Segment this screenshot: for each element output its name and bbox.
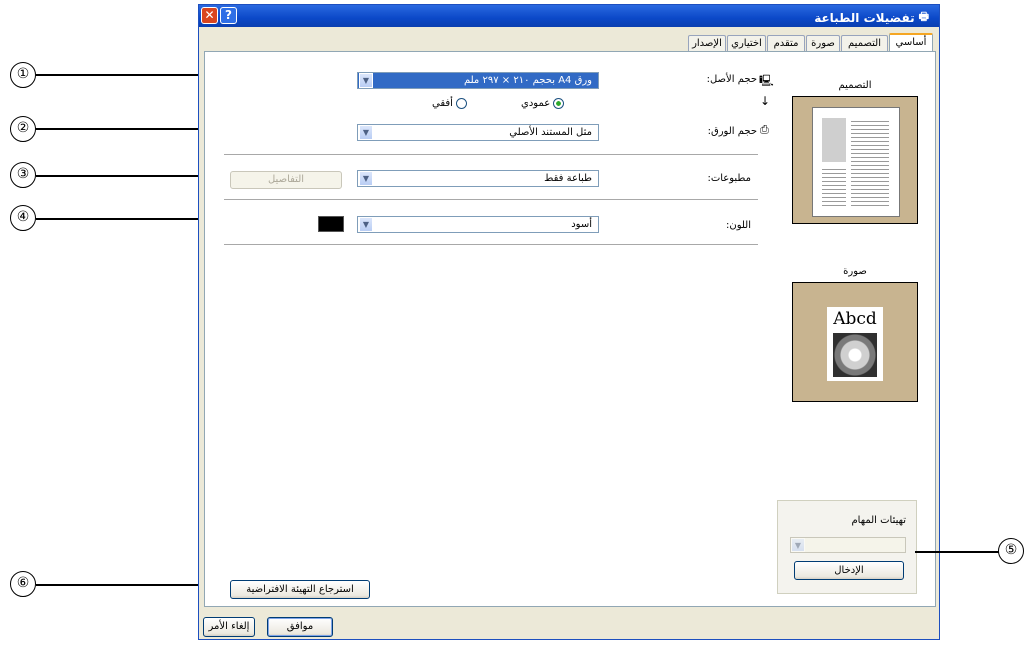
tab-layout[interactable]: التصميم: [841, 35, 888, 51]
divider: [224, 199, 758, 200]
paper-size-label: حجم الورق:: [707, 126, 757, 137]
callout-4: ④: [10, 205, 36, 231]
help-button[interactable]: ?: [220, 7, 237, 24]
callout-6: ⑥: [10, 571, 36, 597]
print-type-select[interactable]: طباعة فقط ▼: [357, 170, 599, 187]
printer-paper-icon: ⎙: [760, 123, 769, 136]
tab-advanced[interactable]: متقدم: [767, 35, 805, 51]
divider: [224, 154, 758, 155]
callout-3: ③: [10, 162, 36, 188]
sample-text: Abcd: [833, 309, 877, 329]
details-button[interactable]: التفاصيل: [230, 171, 342, 189]
callout-5: ⑤: [998, 538, 1024, 564]
window-title-text: تفضيلات الطباعة: [814, 10, 915, 25]
title-bar: ✕ ? 🖶 تفضيلات الطباعة: [199, 5, 939, 27]
color-value: أسود: [571, 219, 592, 230]
chevron-down-icon[interactable]: ▼: [359, 125, 373, 140]
image-preview: Abcd: [792, 282, 918, 402]
landscape-radio[interactable]: أفقي: [432, 98, 467, 109]
image-preview-label: صورة: [843, 266, 867, 277]
callout-1: ①: [10, 62, 36, 88]
close-button[interactable]: ✕: [201, 7, 218, 24]
text-lines: [822, 166, 846, 206]
print-type-value: طباعة فقط: [544, 173, 592, 184]
original-size-value: ورق A4 بحجم ٢١٠ × ٢٩٧ ملم: [463, 75, 592, 86]
ok-button[interactable]: موافق: [267, 617, 333, 637]
color-select[interactable]: أسود ▼: [357, 216, 599, 233]
chevron-down-icon[interactable]: ▼: [359, 171, 373, 186]
window-title: 🖶 تفضيلات الطباعة: [814, 8, 929, 27]
input-button[interactable]: الإدخال: [794, 561, 904, 580]
page-thumbnail: [812, 107, 900, 217]
print-type-label: مطبوعات:: [707, 173, 751, 184]
restore-defaults-button[interactable]: استرجاع التهيئة الافتراضية: [230, 580, 370, 599]
original-size-label: حجم الأصل:: [706, 74, 757, 85]
flower-image: [833, 333, 877, 377]
printer-icon: 🖶: [918, 10, 929, 23]
color-label: اللون:: [725, 220, 751, 231]
tab-version[interactable]: الإصدار: [688, 35, 726, 51]
job-settings-label: تهيئات المهام: [851, 515, 906, 526]
sample-page: Abcd: [827, 307, 883, 381]
callout-line-5: [915, 551, 999, 553]
radio-empty-icon: [455, 98, 467, 109]
image-block: [822, 118, 846, 162]
job-settings-group: تهيئات المهام ▼ الإدخال: [777, 500, 917, 594]
portrait-label: عمودي: [521, 98, 551, 109]
layout-preview-label: التصميم: [838, 80, 872, 91]
color-swatch: [318, 216, 344, 232]
paper-size-value: مثل المستند الأصلي: [509, 127, 592, 138]
callout-2: ②: [10, 116, 36, 142]
portrait-radio[interactable]: عمودي: [521, 98, 565, 109]
divider: [224, 244, 758, 245]
print-preferences-window: ✕ ? 🖶 تفضيلات الطباعة أساسي التصميم صورة…: [198, 4, 940, 640]
landscape-label: أفقي: [432, 98, 453, 109]
chevron-down-icon[interactable]: ▼: [791, 538, 805, 552]
computer-icon: 🖳: [759, 74, 774, 87]
tab-image[interactable]: صورة: [806, 35, 840, 51]
tab-optional[interactable]: اختياري: [727, 35, 766, 51]
original-size-select[interactable]: ورق A4 بحجم ٢١٠ × ٢٩٧ ملم ▼: [357, 72, 599, 89]
radio-selected-icon: [553, 98, 565, 109]
layout-preview: [792, 96, 918, 224]
chevron-down-icon[interactable]: ▼: [359, 73, 373, 88]
cancel-button[interactable]: إلغاء الأمر: [203, 617, 255, 637]
job-settings-select[interactable]: ▼: [790, 537, 906, 553]
tab-basic[interactable]: أساسي: [889, 33, 933, 52]
text-lines: [851, 118, 889, 206]
arrow-down-icon: ↓: [760, 94, 771, 108]
chevron-down-icon[interactable]: ▼: [359, 217, 373, 232]
tab-panel-basic: حجم الأصل: 🖳 ورق A4 بحجم ٢١٠ × ٢٩٧ ملم ▼…: [204, 51, 936, 607]
paper-size-select[interactable]: مثل المستند الأصلي ▼: [357, 124, 599, 141]
